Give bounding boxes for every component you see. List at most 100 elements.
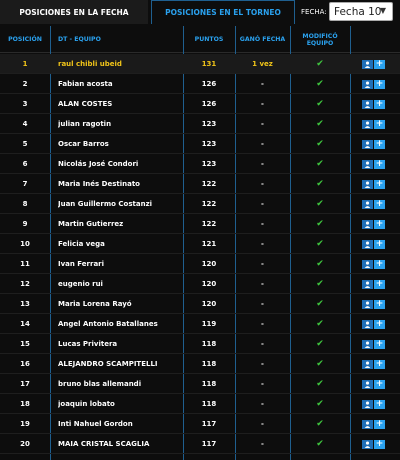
view-team-button[interactable] <box>362 199 373 209</box>
row-position: 19 <box>20 420 30 428</box>
user-icon <box>364 241 371 248</box>
row-position: 20 <box>20 440 30 448</box>
fecha-select[interactable]: Fecha 10 ▼ <box>329 2 393 21</box>
add-button[interactable]: + <box>374 319 385 329</box>
add-button[interactable]: + <box>374 339 385 349</box>
view-team-button[interactable] <box>362 359 373 369</box>
add-button[interactable]: + <box>374 239 385 249</box>
row-points: 120 <box>201 300 217 308</box>
add-button[interactable]: + <box>374 158 385 169</box>
row-team-name: bruno blas allemandi <box>58 380 142 388</box>
view-team-button[interactable] <box>362 119 373 129</box>
add-button[interactable]: + <box>374 299 385 309</box>
row-modifico: ✔ <box>290 334 350 354</box>
table-row: 17 bruno blas allemandi 118 - ✔ + <box>0 374 400 394</box>
row-gano-fecha: - <box>261 440 264 448</box>
check-icon: ✔ <box>316 179 324 189</box>
add-button[interactable]: + <box>374 259 385 269</box>
header-puntos: PUNTOS <box>194 36 224 43</box>
check-icon: ✔ <box>316 79 324 89</box>
row-gano-fecha: - <box>261 320 264 328</box>
row-position: 4 <box>22 120 28 128</box>
row-points: 120 <box>201 280 217 288</box>
row-gano-fecha: - <box>261 240 264 248</box>
add-button[interactable]: + <box>374 79 385 89</box>
row-modifico: ✔ <box>290 434 350 454</box>
row-actions: + <box>362 194 392 214</box>
view-team-button[interactable] <box>362 219 373 229</box>
add-button[interactable]: + <box>374 59 385 69</box>
add-button[interactable]: + <box>374 359 385 369</box>
view-team-button[interactable] <box>362 79 373 89</box>
row-points: 121 <box>201 240 217 248</box>
add-button[interactable]: + <box>374 198 385 209</box>
row-actions: + <box>362 414 392 434</box>
plus-icon: + <box>375 198 384 209</box>
header-modifico-line2: EQUIPO <box>306 39 334 47</box>
row-modifico: ✔ <box>290 274 350 294</box>
view-team-button[interactable] <box>362 99 373 109</box>
row-gano-fecha: - <box>261 380 264 388</box>
view-team-button[interactable] <box>362 159 373 169</box>
add-button[interactable]: + <box>374 398 385 409</box>
check-icon: ✔ <box>316 279 324 289</box>
add-button[interactable]: + <box>374 278 385 289</box>
row-points: 123 <box>201 160 217 168</box>
view-team-button[interactable] <box>362 239 373 249</box>
fecha-label: FECHA: <box>301 8 327 16</box>
plus-icon: + <box>375 158 384 169</box>
tab-posiciones-torneo[interactable]: POSICIONES EN EL TORNEO <box>151 0 295 24</box>
row-modifico: ✔ <box>290 154 350 174</box>
add-button[interactable]: + <box>374 98 385 109</box>
row-modifico: ✔ <box>290 254 350 274</box>
add-button[interactable]: + <box>374 119 385 129</box>
row-points: 123 <box>201 140 217 148</box>
add-button[interactable]: + <box>374 379 385 389</box>
header-modifico-equipo: MODIFICÓ EQUIPO <box>290 26 350 53</box>
plus-icon: + <box>375 278 384 289</box>
chevron-down-icon: ▼ <box>379 6 386 15</box>
row-gano-fecha: 1 vez <box>252 60 273 68</box>
table-row: 18 joaquin lobato 118 - ✔ + <box>0 394 400 414</box>
view-team-button[interactable] <box>362 399 373 409</box>
view-team-button[interactable] <box>362 179 373 189</box>
add-button[interactable]: + <box>374 139 385 149</box>
row-team-name: ALEJANDRO SCAMPITELLI <box>58 360 158 368</box>
add-button[interactable]: + <box>374 419 385 429</box>
user-icon <box>364 401 371 408</box>
row-team-name: julian ragotin <box>58 120 112 128</box>
row-team-name: MAIA CRISTAL SCAGLIA <box>58 440 150 448</box>
view-team-button[interactable] <box>362 319 373 329</box>
view-team-button[interactable] <box>362 439 373 449</box>
user-icon <box>364 321 371 328</box>
view-team-button[interactable] <box>362 419 373 429</box>
row-actions: + <box>362 214 392 234</box>
view-team-button[interactable] <box>362 279 373 289</box>
user-icon <box>364 81 371 88</box>
tab-posiciones-fecha[interactable]: POSICIONES EN LA FECHA <box>0 0 148 24</box>
view-team-button[interactable] <box>362 379 373 389</box>
row-points: 118 <box>201 400 217 408</box>
plus-icon: + <box>375 98 384 109</box>
row-gano-fecha: - <box>261 200 264 208</box>
row-modifico: ✔ <box>290 74 350 94</box>
row-modifico: ✔ <box>290 394 350 414</box>
user-icon <box>364 61 371 68</box>
row-actions: + <box>362 254 392 274</box>
view-team-button[interactable] <box>362 139 373 149</box>
plus-icon: + <box>375 398 384 409</box>
row-gano-fecha: - <box>261 100 264 108</box>
view-team-button[interactable] <box>362 259 373 269</box>
row-gano-fecha: - <box>261 360 264 368</box>
add-button[interactable]: + <box>374 219 385 229</box>
check-icon: ✔ <box>316 419 324 429</box>
add-button[interactable]: + <box>374 439 385 449</box>
row-points: 118 <box>201 380 217 388</box>
row-position: 2 <box>22 80 28 88</box>
row-gano-fecha: - <box>261 140 264 148</box>
add-button[interactable]: + <box>374 179 385 189</box>
view-team-button[interactable] <box>362 339 373 349</box>
view-team-button[interactable] <box>362 59 373 69</box>
view-team-button[interactable] <box>362 299 373 309</box>
row-modifico: ✔ <box>290 234 350 254</box>
